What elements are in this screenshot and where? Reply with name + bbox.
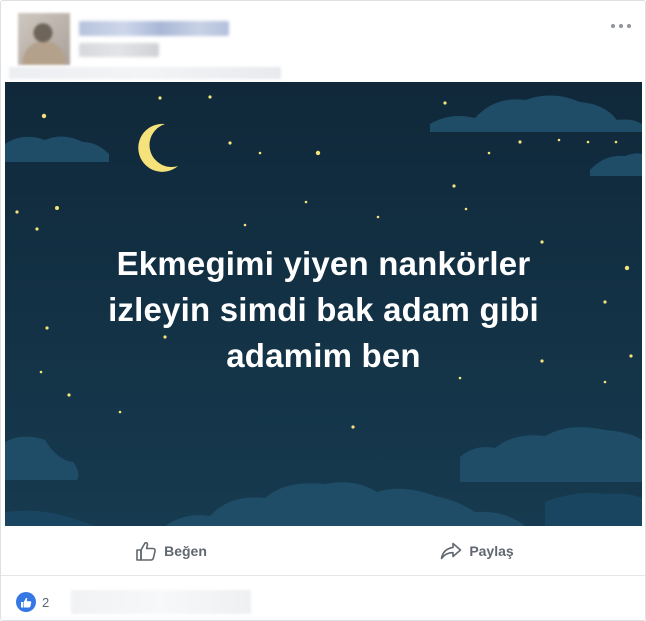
- share-arrow-icon: [441, 542, 462, 560]
- reactions-summary[interactable]: 2: [16, 591, 49, 613]
- facebook-post: Ekmegimi yiyen nankörler izleyin simdi b…: [0, 0, 646, 621]
- like-button[interactable]: Beğen: [21, 526, 321, 576]
- post-header: [1, 1, 645, 81]
- redacted-strip: [9, 67, 281, 79]
- caption-line: Ekmegimi yiyen nankörler: [116, 245, 531, 282]
- post-image[interactable]: Ekmegimi yiyen nankörler izleyin simdi b…: [5, 82, 642, 526]
- thumbs-up-icon: [136, 541, 156, 561]
- reaction-count: 2: [42, 594, 50, 610]
- like-label: Beğen: [164, 543, 207, 559]
- redacted-reactions-area: [71, 590, 251, 614]
- share-label: Paylaş: [469, 543, 514, 559]
- post-actions-bar: Beğen Paylaş: [1, 526, 645, 576]
- post-timestamp-blurred[interactable]: [79, 43, 159, 57]
- dot-icon: [619, 24, 623, 28]
- author-avatar[interactable]: [18, 13, 70, 65]
- dot-icon: [627, 24, 631, 28]
- caption-line: adamim ben: [226, 337, 421, 374]
- post-caption: Ekmegimi yiyen nankörler izleyin simdi b…: [5, 82, 642, 526]
- more-options-button[interactable]: [611, 19, 631, 33]
- caption-line: izleyin simdi bak adam gibi: [108, 291, 539, 328]
- author-name-blurred[interactable]: [79, 21, 229, 36]
- share-button[interactable]: Paylaş: [327, 526, 627, 576]
- dot-icon: [611, 24, 615, 28]
- like-thumb-icon: [16, 592, 36, 612]
